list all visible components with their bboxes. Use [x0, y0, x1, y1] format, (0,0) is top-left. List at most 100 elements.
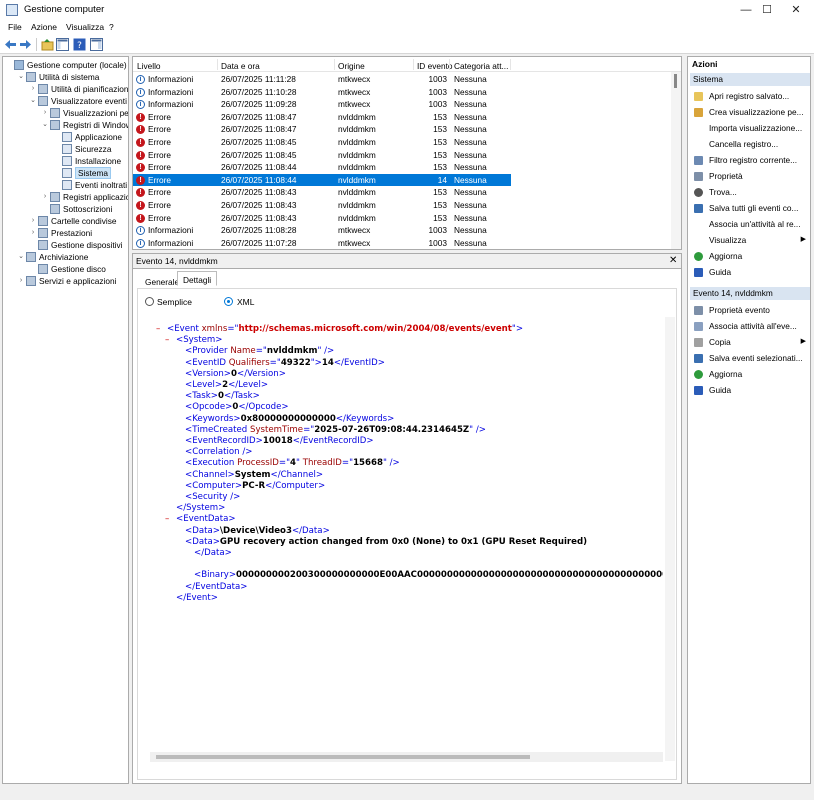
action-item[interactable]: Aggiorna: [688, 366, 810, 382]
expand-chevron-icon[interactable]: ›: [41, 107, 49, 119]
event-row[interactable]: ! Errore 26/07/2025 11:08:44 nvlddmkm Nessun…: [133, 161, 511, 174]
tree-item[interactable]: Gestione dispositivi: [3, 239, 128, 251]
collapse-chevron-icon[interactable]: ⌄: [17, 71, 25, 83]
column-categoria[interactable]: Categoria att...: [454, 61, 508, 71]
xml-scrollbar[interactable]: [665, 317, 675, 761]
event-row[interactable]: ! Errore 26/07/2025 11:08:45 nvlddmkm Nessun…: [133, 149, 511, 162]
help-icon[interactable]: ?: [73, 38, 86, 51]
xml-line: <Security />: [176, 492, 240, 503]
column-livello[interactable]: Livello: [137, 61, 161, 71]
scrollbar-thumb[interactable]: [156, 755, 530, 759]
tree-item[interactable]: › Prestazioni: [3, 227, 128, 239]
event-row[interactable]: ! Errore 26/07/2025 11:08:47 nvlddmkm Nessun…: [133, 123, 511, 136]
column-data-e-ora[interactable]: Data e ora: [221, 61, 260, 71]
tree-item[interactable]: ⌄ Utilità di sistema: [3, 71, 128, 83]
action-item[interactable]: Visualizza ▶: [688, 232, 810, 248]
event-date: 26/07/2025 11:08:43: [221, 187, 297, 198]
close-button[interactable]: ✕: [776, 0, 814, 20]
action-item[interactable]: Trova...: [688, 184, 810, 200]
event-date: 26/07/2025 11:08:45: [221, 149, 297, 160]
menu-help[interactable]: ?: [109, 22, 114, 32]
event-row[interactable]: i Informazioni 26/07/2025 11:10:28 mtkwecx N…: [133, 86, 511, 99]
tree-item[interactable]: Eventi inoltrati: [3, 179, 128, 191]
tree-item[interactable]: Gestione disco: [3, 263, 128, 275]
action-item[interactable]: Salva eventi selezionati...: [688, 350, 810, 366]
action-item[interactable]: Guida: [688, 382, 810, 398]
action-item[interactable]: Associa un'attività al re...: [688, 216, 810, 232]
tree-item[interactable]: Applicazione: [3, 131, 128, 143]
action-item[interactable]: Cancella registro...: [688, 136, 810, 152]
tree-item[interactable]: ⌄ Archiviazione: [3, 251, 128, 263]
event-row[interactable]: i Informazioni 26/07/2025 11:07:28 mtkwecx N…: [133, 237, 511, 249]
tree-item[interactable]: Sicurezza: [3, 143, 128, 155]
collapse-xml-node[interactable]: –: [165, 335, 169, 346]
close-detail-icon[interactable]: ✕: [669, 255, 677, 266]
action-item[interactable]: Guida: [688, 264, 810, 280]
action-item[interactable]: Crea visualizzazione pe...: [688, 104, 810, 120]
xml-horizontal-scrollbar[interactable]: [150, 752, 663, 762]
event-row[interactable]: i Informazioni 26/07/2025 11:09:28 mtkwecx N…: [133, 98, 511, 111]
column-origine[interactable]: Origine: [338, 61, 365, 71]
action-item[interactable]: Aggiorna: [688, 248, 810, 264]
event-row[interactable]: ! Errore 26/07/2025 11:08:44 nvlddmkm Nessun…: [133, 173, 511, 187]
collapse-chevron-icon[interactable]: ⌄: [17, 251, 25, 263]
event-list-scrollbar[interactable]: [671, 72, 681, 249]
event-level: Errore: [148, 149, 172, 160]
tree-item[interactable]: Installazione: [3, 155, 128, 167]
radio-xml[interactable]: [224, 297, 233, 306]
expand-chevron-icon[interactable]: ›: [41, 191, 49, 203]
action-item[interactable]: Associa attività all'eve...: [688, 318, 810, 334]
action-item[interactable]: Apri registro salvato...: [688, 88, 810, 104]
action-item[interactable]: Copia ▶: [688, 334, 810, 350]
expand-chevron-icon[interactable]: ›: [17, 275, 25, 287]
tree-item[interactable]: Sottoscrizioni: [3, 203, 128, 215]
collapse-chevron-icon[interactable]: ⌄: [41, 119, 49, 131]
event-category: Nessuna: [454, 86, 487, 97]
tree-item[interactable]: Gestione computer (locale): [3, 59, 128, 71]
expand-chevron-icon[interactable]: ›: [29, 227, 37, 239]
event-row[interactable]: ! Errore 26/07/2025 11:08:47 nvlddmkm Nessun…: [133, 111, 511, 124]
up-folder-icon[interactable]: [41, 38, 54, 51]
tree-item[interactable]: › Visualizzazioni perso: [3, 107, 128, 119]
event-row[interactable]: ! Errore 26/07/2025 11:08:43 nvlddmkm Nessun…: [133, 212, 511, 225]
section-evento[interactable]: Evento 14, nvlddmkm: [690, 287, 810, 300]
back-arrow-icon[interactable]: [4, 38, 17, 51]
tree-item[interactable]: › Registri applicazioni: [3, 191, 128, 203]
action-item[interactable]: Proprietà evento: [688, 302, 810, 318]
action-item[interactable]: Salva tutti gli eventi co...: [688, 200, 810, 216]
column-id-evento[interactable]: ID evento: [417, 61, 453, 71]
section-sistema[interactable]: Sistema: [690, 73, 810, 86]
tree-item[interactable]: › Utilità di pianificazione: [3, 83, 128, 95]
tab-dettagli[interactable]: Dettagli: [177, 271, 218, 286]
show-action-pane-icon[interactable]: [90, 38, 103, 51]
collapse-chevron-icon[interactable]: ⌄: [29, 95, 37, 107]
expand-chevron-icon[interactable]: ›: [29, 215, 37, 227]
forward-arrow-icon[interactable]: [19, 38, 32, 51]
action-item[interactable]: Filtro registro corrente...: [688, 152, 810, 168]
tree-item[interactable]: Sistema: [3, 167, 128, 179]
scrollbar-thumb[interactable]: [674, 74, 677, 88]
event-row[interactable]: ! Errore 26/07/2025 11:08:45 nvlddmkm Nessun…: [133, 136, 511, 149]
properties-icon: [694, 172, 703, 181]
menu-visualizza[interactable]: Visualizza: [66, 22, 104, 32]
xml-text: GPU recovery action changed from 0x0 (No…: [219, 536, 588, 547]
event-row[interactable]: i Informazioni 26/07/2025 11:08:28 mtkwecx N…: [133, 224, 511, 237]
tree-item[interactable]: ⌄ Visualizzatore eventi: [3, 95, 128, 107]
tree-item[interactable]: ⌄ Registri di Windows: [3, 119, 128, 131]
xml-tag: </Computer>: [265, 480, 326, 491]
radio-semplice[interactable]: [145, 297, 154, 306]
event-row[interactable]: i Informazioni 26/07/2025 11:11:28 mtkwecx N…: [133, 73, 511, 86]
action-item[interactable]: Proprietà: [688, 168, 810, 184]
event-row[interactable]: ! Errore 26/07/2025 11:08:43 nvlddmkm Nessun…: [133, 199, 511, 212]
show-tree-icon[interactable]: [56, 38, 69, 51]
event-source: mtkwecx: [338, 237, 371, 248]
menu-azione[interactable]: Azione: [31, 22, 57, 32]
collapse-xml-node[interactable]: –: [165, 514, 169, 525]
expand-chevron-icon[interactable]: ›: [29, 83, 37, 95]
event-row[interactable]: ! Errore 26/07/2025 11:08:43 nvlddmkm Nessun…: [133, 186, 511, 199]
action-item[interactable]: Importa visualizzazione...: [688, 120, 810, 136]
tree-item[interactable]: › Cartelle condivise: [3, 215, 128, 227]
collapse-xml-node[interactable]: –: [156, 324, 160, 335]
menu-file[interactable]: File: [8, 22, 22, 32]
tree-item[interactable]: › Servizi e applicazioni: [3, 275, 128, 287]
